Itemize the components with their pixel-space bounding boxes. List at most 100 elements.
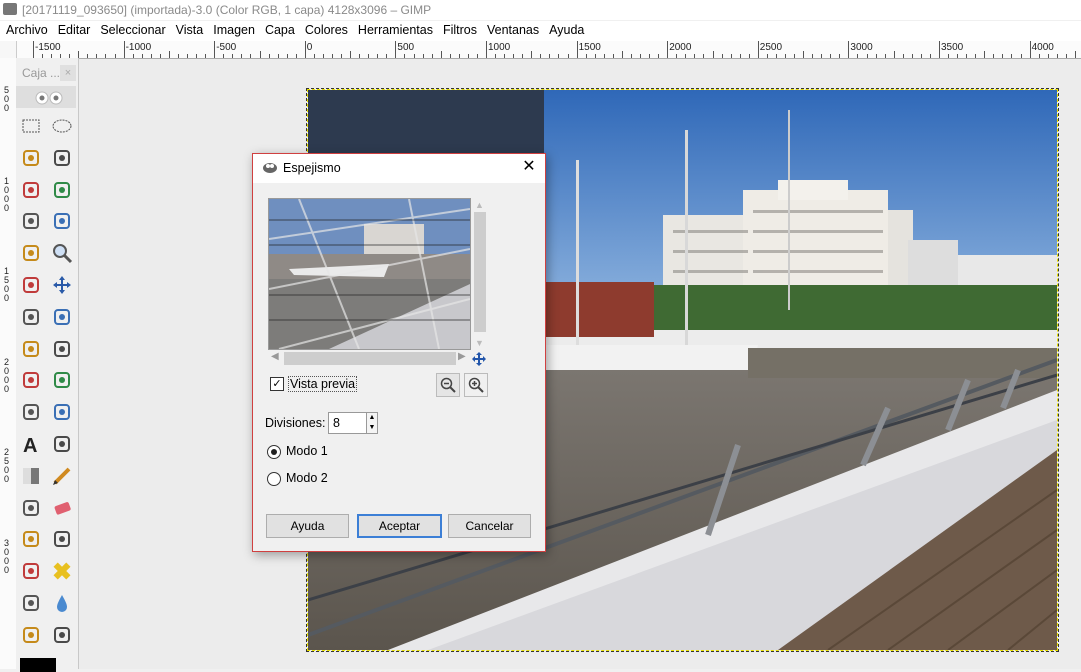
ruler-minor-tick bbox=[150, 54, 152, 58]
vertical-ruler-label: 3000 bbox=[3, 538, 9, 575]
scissors-icon bbox=[54, 181, 70, 198]
preview-checkbox-label[interactable]: Vista previa bbox=[288, 376, 358, 392]
radio-selected-dot bbox=[271, 449, 277, 455]
horizontal-ruler[interactable]: -1500 -1000 -500 0 500 1000 1500 2000 2500 3000 35… bbox=[17, 41, 1081, 59]
dialog-title: Espejismo bbox=[283, 161, 341, 175]
divisions-spinner[interactable]: ▲ ▼ bbox=[366, 412, 378, 434]
clone-tool-button[interactable] bbox=[18, 558, 44, 584]
window-title: [20171119_093650] (importada)-3.0 (Color… bbox=[22, 3, 432, 17]
ink-tool-button[interactable] bbox=[49, 526, 75, 552]
menu-ayuda[interactable]: Ayuda bbox=[543, 21, 588, 41]
mode2-radio[interactable] bbox=[267, 472, 281, 486]
vertical-ruler-label: 1000 bbox=[3, 175, 9, 213]
ruler-minor-tick bbox=[649, 54, 651, 58]
menu-imagen[interactable]: Imagen bbox=[207, 21, 259, 41]
mode2-label[interactable]: Modo 2 bbox=[286, 471, 328, 485]
paths-tool-button[interactable] bbox=[49, 208, 75, 234]
menu-archivo[interactable]: Archivo bbox=[0, 21, 52, 41]
mode1-label[interactable]: Modo 1 bbox=[286, 444, 328, 458]
menu-seleccionar[interactable]: Seleccionar bbox=[94, 21, 169, 41]
ruler-corner[interactable] bbox=[0, 41, 17, 59]
free-select-tool-button[interactable] bbox=[18, 145, 44, 171]
crop-tool-button[interactable] bbox=[49, 304, 75, 330]
preview-horizontal-scrollbar[interactable]: ◀ ▶ bbox=[268, 351, 468, 366]
navigate-move-icon[interactable] bbox=[471, 351, 487, 367]
ruler-minor-tick bbox=[549, 54, 551, 58]
rect-select-tool-button[interactable] bbox=[18, 113, 44, 139]
divisions-input[interactable]: 8 bbox=[328, 412, 367, 434]
zoom-in-button[interactable] bbox=[464, 373, 488, 397]
dialog-close-button[interactable]: ✕ bbox=[519, 157, 539, 177]
smudge-tool-button[interactable] bbox=[18, 622, 44, 648]
blur-tool-button[interactable] bbox=[49, 590, 75, 616]
menu-herramientas[interactable]: Herramientas bbox=[352, 21, 437, 41]
toolbox-close-button[interactable]: × bbox=[60, 65, 76, 81]
ruler-major-tick bbox=[1029, 41, 1031, 58]
preview-checkbox[interactable]: ✓ bbox=[270, 377, 284, 391]
clone-icon bbox=[23, 563, 39, 580]
eraser-tool-button[interactable] bbox=[49, 495, 75, 521]
shear-tool-button[interactable] bbox=[18, 367, 44, 393]
preview-vertical-scrollbar[interactable]: ▲ ▼ bbox=[473, 198, 487, 353]
pencil-tool-button[interactable] bbox=[49, 463, 75, 489]
rotate-tool-button[interactable] bbox=[18, 336, 44, 362]
vertical-ruler[interactable]: 500 1000 1500 2000 2500 3000 bbox=[0, 58, 17, 669]
menu-editar[interactable]: Editar bbox=[52, 21, 95, 41]
help-button[interactable]: Ayuda bbox=[266, 514, 349, 538]
mode1-radio[interactable] bbox=[267, 445, 281, 459]
menu-ventanas[interactable]: Ventanas bbox=[481, 21, 543, 41]
ok-button[interactable]: Aceptar bbox=[357, 514, 442, 538]
zoom-out-button[interactable] bbox=[436, 373, 460, 397]
measure-tool-button[interactable] bbox=[18, 272, 44, 298]
ruler-minor-tick bbox=[812, 54, 814, 58]
ellipse-select-icon bbox=[52, 119, 72, 133]
ruler-minor-tick bbox=[96, 54, 98, 58]
free-select-icon bbox=[23, 149, 39, 166]
cancel-button[interactable]: Cancelar bbox=[448, 514, 531, 538]
foreground-select-tool-button[interactable] bbox=[18, 208, 44, 234]
perspective-clone-tool-button[interactable] bbox=[18, 590, 44, 616]
blend-tool-button[interactable] bbox=[18, 463, 44, 489]
text-tool-button[interactable]: A bbox=[18, 431, 44, 457]
ruler-minor-tick bbox=[341, 54, 343, 58]
scroll-down-arrow[interactable]: ▼ bbox=[475, 338, 484, 348]
ellipse-select-tool-button[interactable] bbox=[49, 113, 75, 139]
menu-capa[interactable]: Capa bbox=[259, 21, 299, 41]
scroll-right-arrow[interactable]: ▶ bbox=[458, 351, 466, 362]
ruler-minor-tick bbox=[567, 54, 569, 58]
horizontal-scroll-thumb[interactable] bbox=[284, 352, 456, 365]
ruler-major-tick bbox=[486, 41, 487, 58]
ruler-minor-tick bbox=[105, 54, 107, 58]
color-picker-tool-button[interactable] bbox=[18, 240, 44, 266]
ruler-minor-tick bbox=[875, 54, 877, 58]
zoom-tool-button[interactable] bbox=[49, 240, 75, 266]
ruler-minor-tick bbox=[603, 54, 605, 58]
spin-down-icon[interactable]: ▼ bbox=[367, 423, 377, 433]
align-tool-button[interactable] bbox=[18, 304, 44, 330]
cage-tool-button[interactable] bbox=[49, 399, 75, 425]
scissors-tool-button[interactable] bbox=[49, 177, 75, 203]
menu-vista[interactable]: Vista bbox=[170, 21, 208, 41]
dodge-burn-tool-button[interactable] bbox=[49, 622, 75, 648]
filter-preview[interactable] bbox=[268, 198, 471, 350]
heal-tool-button[interactable] bbox=[49, 558, 75, 584]
toolbox-panel: Caja ... × A bbox=[16, 58, 79, 672]
scroll-left-arrow[interactable]: ◀ bbox=[271, 351, 279, 362]
vertical-scroll-thumb[interactable] bbox=[474, 212, 486, 332]
ruler-minor-tick bbox=[440, 51, 442, 58]
menu-colores[interactable]: Colores bbox=[299, 21, 352, 41]
ruler-minor-tick bbox=[1002, 54, 1004, 58]
airbrush-tool-button[interactable] bbox=[18, 526, 44, 552]
foreground-color-swatch[interactable] bbox=[20, 658, 56, 672]
menu-filtros[interactable]: Filtros bbox=[437, 21, 481, 41]
fuzzy-select-tool-button[interactable] bbox=[49, 145, 75, 171]
perspective-tool-button[interactable] bbox=[49, 367, 75, 393]
paintbrush-tool-button[interactable] bbox=[18, 495, 44, 521]
spin-up-icon[interactable]: ▲ bbox=[367, 413, 377, 423]
select-by-color-tool-button[interactable] bbox=[18, 177, 44, 203]
scale-tool-button[interactable] bbox=[49, 336, 75, 362]
bucket-fill-tool-button[interactable] bbox=[49, 431, 75, 457]
move-tool-button[interactable] bbox=[49, 272, 75, 298]
flip-tool-button[interactable] bbox=[18, 399, 44, 425]
scroll-up-arrow[interactable]: ▲ bbox=[475, 200, 484, 210]
